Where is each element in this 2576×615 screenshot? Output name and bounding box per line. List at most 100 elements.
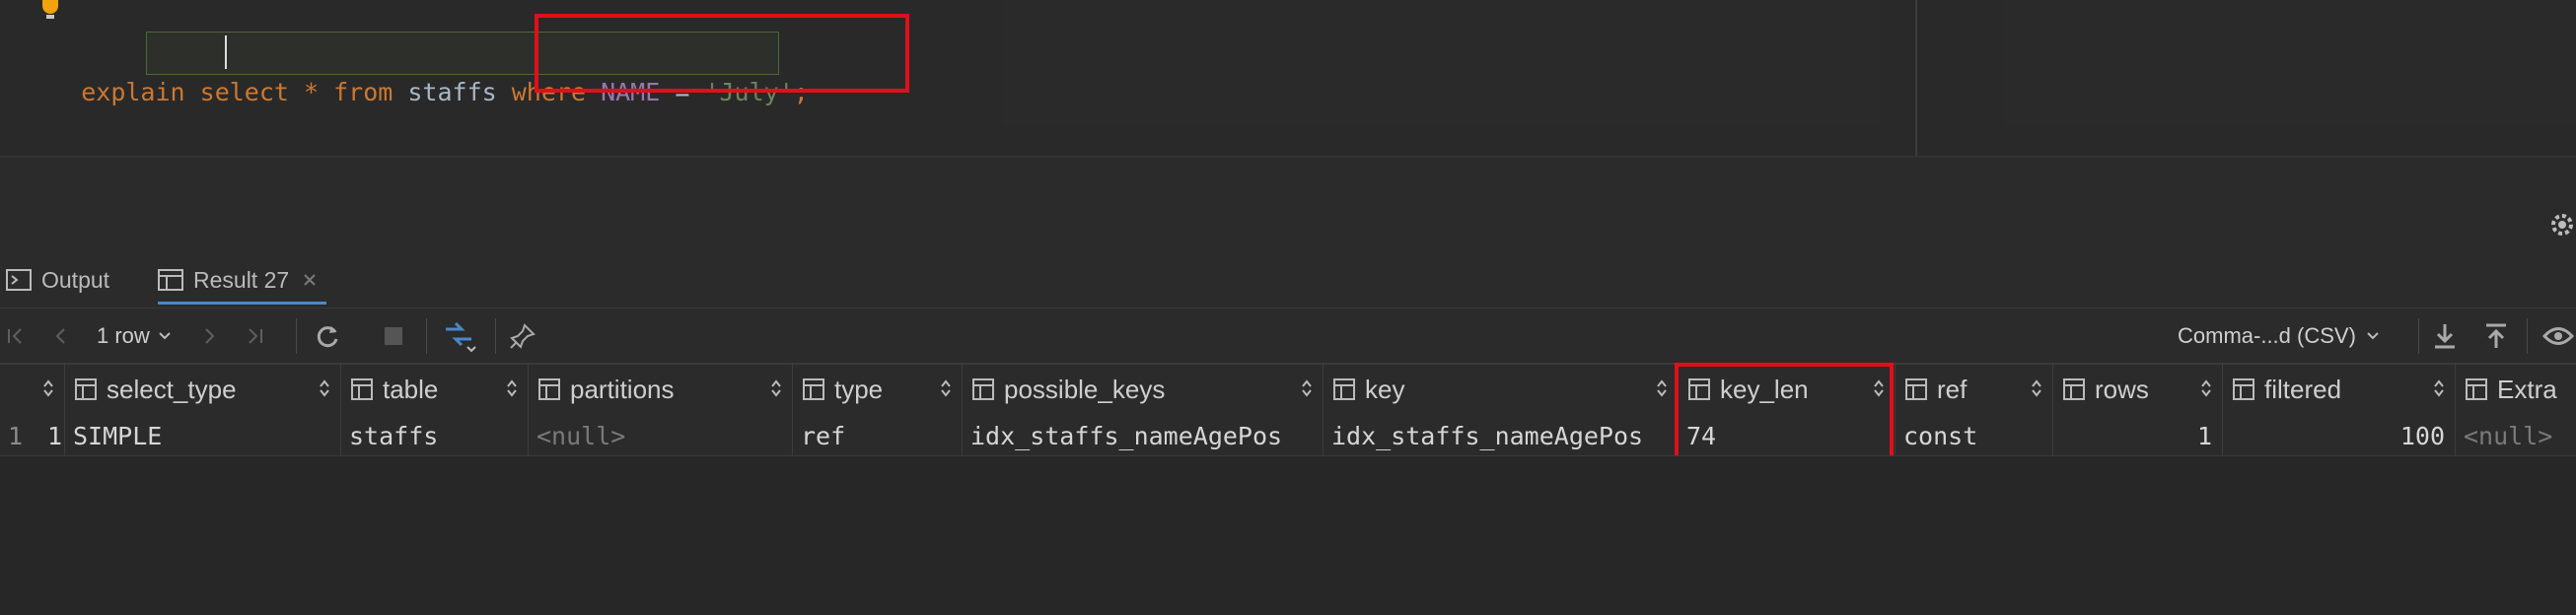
toolbar-separator (495, 318, 496, 354)
sort-icon[interactable] (940, 378, 952, 398)
gear-icon[interactable] (2548, 211, 2576, 243)
code-token: explain (81, 78, 185, 106)
first-page-icon[interactable] (6, 308, 26, 364)
compare-icon[interactable] (442, 308, 477, 364)
row-count-dropdown[interactable]: 1 row (97, 308, 172, 364)
column-header-label: ref (1937, 374, 1968, 404)
sort-icon[interactable] (42, 378, 54, 398)
stop-icon[interactable] (383, 308, 404, 364)
annotation-box-where (535, 14, 909, 93)
sort-icon[interactable] (2200, 378, 2212, 398)
column-header[interactable]: ref (1896, 363, 2053, 416)
column-table-icon (972, 378, 994, 400)
annotation-box-key-len (1675, 363, 1894, 463)
column-header[interactable]: key (1324, 363, 1679, 416)
toolbar-separator (2527, 318, 2528, 354)
table-cell[interactable]: idx_staffs_nameAgePos (1324, 416, 1679, 455)
close-icon[interactable] (303, 273, 317, 287)
table-cell[interactable]: staffs (341, 416, 529, 455)
code-token: staffs (393, 78, 512, 106)
column-table-icon (2466, 378, 2487, 400)
services-header (0, 187, 2576, 258)
export-format-dropdown[interactable]: Comma-...d (CSV) (2178, 308, 2380, 364)
column-table-icon (1905, 378, 1927, 400)
table-cell[interactable]: <null> (2456, 416, 2576, 455)
column-header[interactable]: filtered (2223, 363, 2456, 416)
result-toolbar: 1 row Comma-...d (CSV) (0, 308, 2576, 365)
column-table-icon (538, 378, 560, 400)
eye-icon[interactable] (2542, 308, 2574, 364)
tab-output[interactable]: Output (6, 258, 109, 302)
column-header-label: rows (2095, 374, 2149, 404)
refresh-icon[interactable] (314, 308, 341, 364)
column-header-label: filtered (2264, 374, 2342, 404)
sort-icon[interactable] (2031, 378, 2042, 398)
cell-id[interactable]: 1 (39, 416, 65, 455)
column-header-label: possible_keys (1004, 374, 1166, 404)
tab-result[interactable]: Result 27 (158, 258, 327, 305)
console-icon (6, 269, 32, 291)
column-header-id[interactable] (0, 363, 65, 416)
table-cell[interactable]: SIMPLE (65, 416, 341, 455)
upload-icon[interactable] (2483, 308, 2509, 364)
prev-page-icon[interactable] (53, 308, 69, 364)
sort-icon[interactable] (319, 378, 330, 398)
tab-label: Result 27 (193, 266, 290, 293)
toolbar-separator (2418, 318, 2419, 354)
export-format-label: Comma-...d (CSV) (2178, 323, 2356, 348)
result-grid: select_type table partitions type possib… (0, 363, 2576, 463)
sort-icon[interactable] (1656, 378, 1668, 398)
sort-icon[interactable] (1301, 378, 1313, 398)
column-header[interactable]: type (793, 363, 963, 416)
sort-icon[interactable] (2433, 378, 2445, 398)
text-caret (225, 35, 227, 69)
column-header[interactable]: select_type (65, 363, 341, 416)
chevron-down-icon (159, 332, 171, 340)
column-header[interactable]: Extra (2456, 363, 2576, 416)
sort-icon[interactable] (506, 378, 518, 398)
code-token: * (288, 78, 334, 106)
chevron-down-icon (2367, 332, 2379, 340)
column-header-label: key (1365, 374, 1405, 404)
table-cell[interactable]: <null> (529, 416, 793, 455)
download-icon[interactable] (2432, 308, 2458, 364)
next-page-icon[interactable] (201, 308, 217, 364)
column-table-icon (2063, 378, 2085, 400)
column-header-label: type (834, 374, 884, 404)
lightbulb-icon[interactable] (37, 0, 63, 22)
column-table-icon (2233, 378, 2254, 400)
table-icon (158, 269, 183, 291)
row-count-label: 1 row (97, 323, 150, 348)
sql-editor[interactable]: explain select * from staffs where NAME … (0, 0, 2576, 156)
column-header[interactable]: possible_keys (963, 363, 1324, 416)
column-header[interactable]: partitions (529, 363, 793, 416)
row-number: 1 (8, 421, 24, 450)
column-header-label: select_type (107, 374, 237, 404)
column-header-label: Extra (2497, 374, 2557, 404)
column-header-label: table (383, 374, 439, 404)
table-cell[interactable]: ref (793, 416, 963, 455)
table-cell[interactable]: idx_staffs_nameAgePos (963, 416, 1324, 455)
table-cell[interactable]: 100 (2223, 416, 2456, 455)
column-table-icon (75, 378, 97, 400)
tab-label: Output (41, 266, 110, 293)
right-margin-guide (1915, 0, 1917, 156)
last-page-icon[interactable] (245, 308, 264, 364)
code-token: from (333, 78, 394, 106)
column-header-label: partitions (570, 374, 675, 404)
toolbar-separator (426, 318, 427, 354)
column-table-icon (351, 378, 373, 400)
empty-grid-area (0, 456, 2576, 615)
pin-icon[interactable] (509, 308, 537, 364)
toolbar-separator (296, 318, 297, 354)
column-table-icon (1333, 378, 1355, 400)
column-table-icon (803, 378, 824, 400)
sort-icon[interactable] (770, 378, 782, 398)
table-cell[interactable]: const (1896, 416, 2053, 455)
column-header[interactable]: rows (2053, 363, 2223, 416)
table-cell[interactable]: 1 (2053, 416, 2223, 455)
editor-separator[interactable] (0, 156, 2576, 158)
code-token: select (199, 78, 289, 106)
column-header[interactable]: table (341, 363, 529, 416)
